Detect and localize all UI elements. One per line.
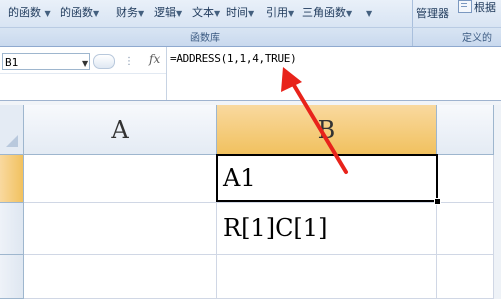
annotation-arrow-icon: [281, 67, 348, 174]
annotation-arrow-shaft: [290, 80, 348, 174]
annotation-arrow-head: [281, 67, 302, 92]
